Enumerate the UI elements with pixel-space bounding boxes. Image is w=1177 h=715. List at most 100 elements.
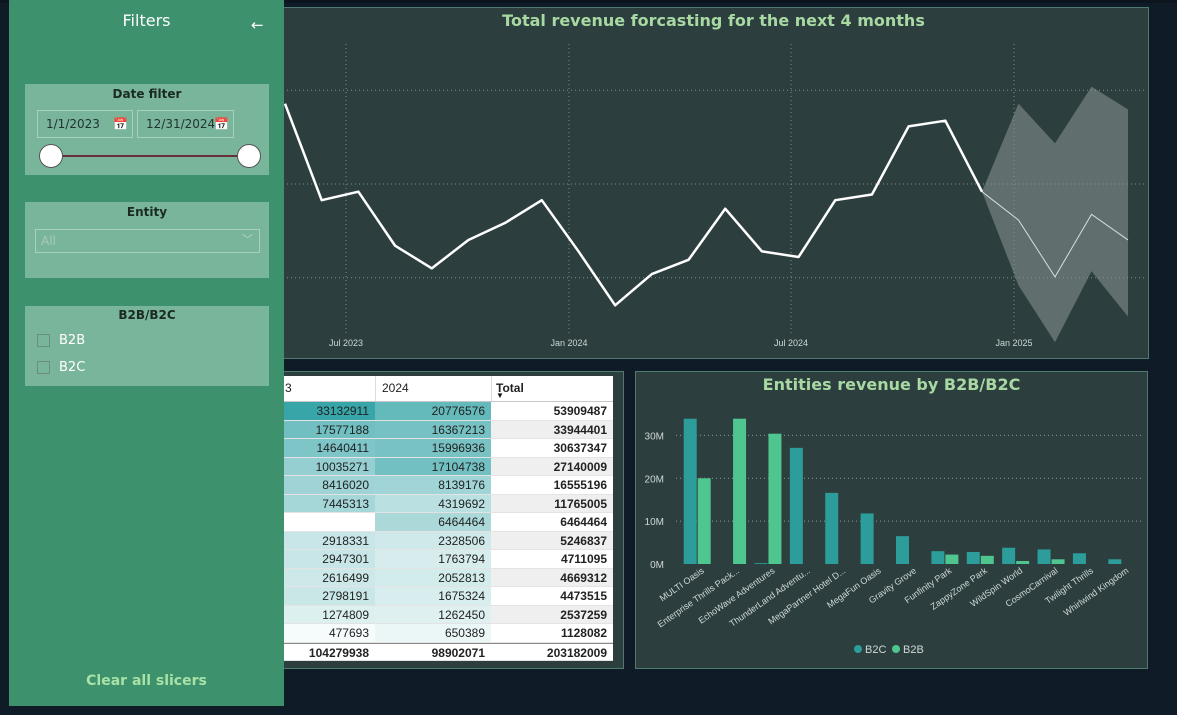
matrix-cell: 2537259 (491, 605, 613, 623)
bar-b2c[interactable] (966, 552, 980, 564)
entity-dropdown-value: All (41, 234, 56, 248)
forecast-visual[interactable]: Jul 2023 Jan 2024 Jul 2024 Jan 2025 Total r… (278, 7, 1149, 359)
matrix-cell (279, 513, 375, 531)
matrix-row: 33132911 20776576 53909487 (279, 402, 613, 421)
bar-b2b[interactable] (1016, 561, 1030, 564)
y-tick-label: 30M (645, 431, 664, 442)
calendar-icon[interactable]: 📅 (214, 111, 229, 137)
matrix-cell: 4319692 (375, 494, 491, 512)
end-date-input[interactable]: 12/31/2024 📅 (137, 110, 234, 138)
date-range-end-handle[interactable] (237, 144, 261, 168)
calendar-icon[interactable]: 📅 (113, 111, 128, 137)
matrix-row: 477693 650389 1128082 (279, 624, 613, 643)
bar-b2c[interactable] (1072, 553, 1086, 564)
matrix-cell: 2798191 (279, 587, 375, 605)
matrix-cell: 20776576 (375, 402, 491, 420)
matrix-total-cell: 203182009 (546, 645, 607, 660)
b2b-checkbox[interactable] (37, 333, 50, 347)
matrix-header-row: 3 2024 Total ▼ (279, 376, 613, 402)
b2b-option-label: B2B (59, 332, 86, 348)
matrix-cell: 11765005 (491, 494, 613, 512)
filters-title: Filters (122, 11, 171, 30)
date-range-start-handle[interactable] (39, 144, 63, 168)
collapse-arrow-icon[interactable]: ← (251, 16, 264, 34)
bar-b2c[interactable] (1108, 559, 1122, 564)
matrix-row: 2616499 2052813 4669312 (279, 568, 613, 587)
matrix-table: 3 2024 Total ▼ 33132911 20776576 53909487 1… (279, 376, 613, 661)
matrix-cell: 8139176 (375, 476, 491, 494)
matrix-row: 7445313 4319692 11765005 (279, 494, 613, 513)
b2c-checkbox[interactable] (37, 360, 50, 374)
matrix-total-cell: 98902071 (431, 645, 485, 660)
category-label: Whirlwind Kingdom (1062, 565, 1131, 617)
b2b-option[interactable]: B2B (37, 331, 85, 349)
bar-chart-title: Entities revenue by B2B/B2C (762, 375, 1021, 394)
revenue-matrix[interactable]: 3 2024 Total ▼ 33132911 20776576 53909487 1… (278, 371, 624, 669)
matrix-cell: 1675324 (375, 587, 491, 605)
matrix-cell: 17577188 (279, 420, 375, 438)
bar-b2b[interactable] (1051, 559, 1065, 564)
entity-slicer: Entity All ﹀ (25, 202, 269, 278)
bar-b2c[interactable] (683, 418, 697, 564)
revenue-line (283, 103, 984, 307)
bar-b2c[interactable] (789, 447, 803, 564)
matrix-total-row: 104279938 98902071 203182009 (279, 642, 613, 661)
matrix-cell: 16555196 (553, 478, 607, 492)
matrix-cell: 15996936 (375, 439, 491, 457)
matrix-cell: 7445313 (279, 494, 375, 512)
x-tick-label: Jan 2025 (995, 338, 1032, 348)
matrix-cell: 33944401 (491, 420, 613, 438)
clear-all-slicers-button[interactable]: Clear all slicers (9, 673, 284, 689)
matrix-cell: 2616499 (279, 568, 375, 586)
matrix-cell: 1128082 (560, 626, 607, 640)
legend-label-b2c[interactable]: B2C (865, 644, 886, 656)
bar-b2b[interactable] (697, 478, 711, 564)
entity-slicer-title: Entity (126, 205, 168, 219)
date-range-track[interactable] (51, 155, 249, 157)
matrix-header-year-2023[interactable]: 3 (279, 376, 375, 401)
x-tick-label: Jan 2024 (550, 338, 587, 348)
bar-b2c[interactable] (896, 536, 909, 564)
bar-b2b[interactable] (733, 418, 747, 564)
bar-b2b[interactable] (945, 554, 959, 564)
matrix-cell: 6464464 (375, 513, 491, 531)
sort-descending-icon: ▼ (496, 391, 504, 400)
entities-bar-chart: 0M10M20M30MMULTI OasisEnterprise Thrills… (645, 418, 1141, 656)
matrix-row: 2918331 2328506 5246837 (279, 531, 613, 550)
date-filter-slicer: Date filter 1/1/2023 📅 12/31/2024 📅 (25, 84, 269, 175)
matrix-cell: 2918331 (279, 531, 375, 549)
legend-marker-b2c (854, 645, 862, 653)
bar-b2c[interactable] (1002, 547, 1016, 564)
matrix-cell: 33132911 (279, 402, 375, 420)
legend-label-b2b[interactable]: B2B (903, 644, 924, 656)
bar-b2c[interactable] (1037, 549, 1051, 564)
matrix-header-year-2024[interactable]: 2024 (375, 376, 491, 401)
bar-b2c[interactable] (754, 563, 768, 564)
entity-dropdown[interactable]: All ﹀ (35, 229, 260, 253)
matrix-cell: 16367213 (375, 420, 491, 438)
matrix-row: 1274809 1262450 2537259 (279, 605, 613, 624)
start-date-input[interactable]: 1/1/2023 📅 (37, 110, 133, 138)
matrix-cell: 6464464 (560, 515, 607, 529)
matrix-row: 17577188 16367213 33944401 (279, 420, 613, 439)
legend-marker-b2b (892, 645, 900, 653)
bar-b2c[interactable] (825, 492, 839, 564)
y-tick-label: 0M (650, 560, 664, 571)
matrix-cell: 8416020 (279, 476, 375, 494)
matrix-cell: 10035271 (279, 457, 375, 475)
bar-b2b[interactable] (980, 555, 994, 564)
b2c-option-label: B2C (59, 359, 86, 375)
date-filter-title: Date filter (112, 87, 182, 101)
entities-bar-visual[interactable]: 0M 10M 20M 30M MULTI Oasis Enterprise Thrills… (635, 371, 1148, 669)
y-tick-label: 10M (645, 517, 664, 528)
bar-b2c[interactable] (931, 551, 945, 564)
bar-b2c[interactable] (860, 513, 874, 564)
matrix-cell: 53909487 (553, 404, 607, 418)
forecast-chart: Jul 2023 Jan 2024 Jul 2024 Jan 2025 (279, 44, 1145, 348)
b2c-option[interactable]: B2C (37, 358, 85, 376)
bar-b2b[interactable] (768, 433, 782, 564)
matrix-cell: 4711095 (560, 552, 607, 566)
matrix-header-total[interactable]: Total ▼ (491, 376, 613, 401)
y-tick-label: 20M (645, 474, 664, 485)
matrix-row: 2947301 1763794 4711095 (279, 550, 613, 569)
